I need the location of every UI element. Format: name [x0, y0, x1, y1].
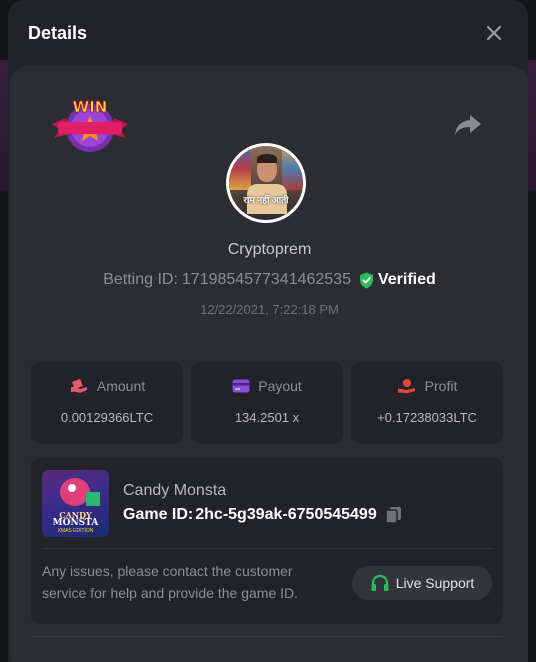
game-thumbnail-title-2: MONSTA — [52, 518, 99, 528]
live-support-button[interactable]: Live Support — [352, 566, 492, 600]
game-id-label: Game ID: — [123, 506, 194, 523]
share-icon[interactable] — [453, 112, 483, 138]
verified-badge: Verified — [359, 271, 436, 289]
stat-profit-label: Profit — [424, 378, 458, 394]
amount-icon — [70, 379, 87, 393]
shield-check-icon — [359, 272, 373, 288]
game-thumbnail-subtitle: XMAS EDITION — [57, 528, 94, 534]
game-name: Candy Monsta — [123, 482, 227, 499]
profit-icon — [397, 379, 415, 394]
verified-label: Verified — [377, 271, 436, 288]
betting-id-value: 1719854577341462535 — [181, 271, 351, 288]
stat-amount: Amount 0.00129366LTC — [31, 362, 183, 444]
bet-details-card: WIN राम नहीं आती Cryptoprem Betting ID: … — [10, 66, 528, 662]
copy-icon[interactable] — [384, 506, 403, 524]
payout-card-icon — [232, 379, 250, 393]
username: Cryptoprem — [227, 241, 312, 258]
game-id-value: 2hc-5g39ak-6750545499 — [195, 506, 377, 523]
modal-header: Details — [8, 0, 528, 66]
bet-timestamp: 12/22/2021, 7:22:18 PM — [200, 302, 339, 317]
stat-payout-value: 134.2501 x — [234, 410, 300, 425]
close-icon — [486, 25, 502, 41]
betting-id-row: Betting ID: 1719854577341462535 Verified — [10, 271, 528, 289]
stat-amount-value: 0.00129366LTC — [60, 410, 154, 425]
betting-id-label: Betting ID: — [103, 271, 178, 288]
game-thumbnail: CANDY MONSTA XMAS EDITION — [42, 470, 109, 537]
divider — [42, 548, 492, 549]
avatar: राम नहीं आती — [226, 143, 306, 223]
win-badge-icon: WIN — [52, 98, 128, 152]
game-id-row: Game ID: 2hc-5g39ak-6750545499 — [123, 506, 403, 524]
stat-amount-label: Amount — [96, 378, 146, 394]
avatar-caption: राम नहीं आती — [243, 195, 289, 205]
close-button[interactable] — [482, 21, 506, 45]
bottom-divider — [31, 636, 503, 637]
win-badge-text: WIN — [73, 98, 108, 116]
game-info-panel: CANDY MONSTA XMAS EDITION Candy Monsta G… — [31, 458, 503, 624]
modal-title: Details — [28, 22, 88, 43]
support-message: Any issues, please contact the customer … — [42, 563, 299, 601]
stat-payout: Payout 134.2501 x — [191, 362, 343, 444]
stat-profit-value: +0.17238033LTC — [377, 410, 477, 425]
details-modal: Details WIN राम नहीं आती Cryptoprem Bett… — [8, 0, 528, 662]
headset-icon — [371, 574, 389, 591]
stat-payout-label: Payout — [258, 378, 302, 394]
live-support-label: Live Support — [395, 575, 475, 591]
stat-profit: Profit +0.17238033LTC — [351, 362, 503, 444]
